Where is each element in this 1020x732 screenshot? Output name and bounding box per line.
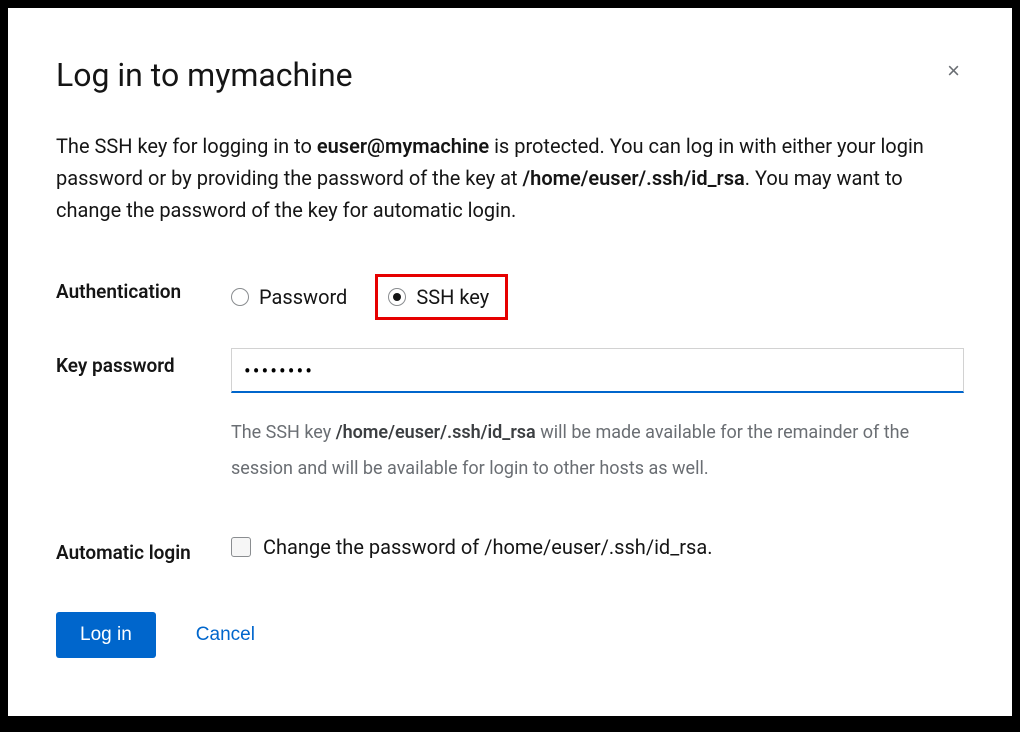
helper-keypath: /home/euser/.ssh/id_rsa [336,422,536,443]
authentication-row: Authentication Password SSH key [56,274,964,320]
dialog-header: Log in to mymachine × [56,56,964,94]
desc-userhost: euser@mymachine [317,134,489,158]
radio-icon [231,288,249,306]
automatic-login-row: Automatic login Change the password of /… [56,535,964,564]
automatic-login-label: Automatic login [56,535,231,564]
close-button[interactable]: × [943,56,964,86]
login-dialog: Log in to mymachine × The SSH key for lo… [8,8,1012,716]
desc-text-prefix: The SSH key for logging in to [56,134,317,158]
dialog-buttons: Log in Cancel [56,612,964,658]
desc-keypath: /home/euser/.ssh/id_rsa [523,166,745,190]
cancel-button[interactable]: Cancel [196,624,255,646]
auth-option-sshkey-label: SSH key [416,285,489,309]
auth-option-sshkey[interactable]: SSH key [375,274,508,320]
helper-prefix: The SSH key [231,422,336,443]
key-password-row: Key password The SSH key /home/euser/.ss… [56,348,964,487]
change-password-checkbox[interactable] [231,537,251,557]
auth-option-password-label: Password [259,285,347,309]
key-password-label: Key password [56,348,231,377]
login-button[interactable]: Log in [56,612,156,658]
authentication-label: Authentication [56,274,231,303]
authentication-options: Password SSH key [231,274,964,320]
auth-option-password[interactable]: Password [231,285,347,309]
key-password-input[interactable] [231,348,964,393]
key-password-control: The SSH key /home/euser/.ssh/id_rsa will… [231,348,964,487]
dialog-title: Log in to mymachine [56,56,353,94]
key-password-helper: The SSH key /home/euser/.ssh/id_rsa will… [231,415,964,487]
change-password-checkbox-label: Change the password of /home/euser/.ssh/… [263,535,712,559]
radio-icon [388,288,406,306]
automatic-login-control: Change the password of /home/euser/.ssh/… [231,535,964,559]
dialog-description: The SSH key for logging in to euser@myma… [56,130,964,226]
close-icon: × [947,58,960,83]
